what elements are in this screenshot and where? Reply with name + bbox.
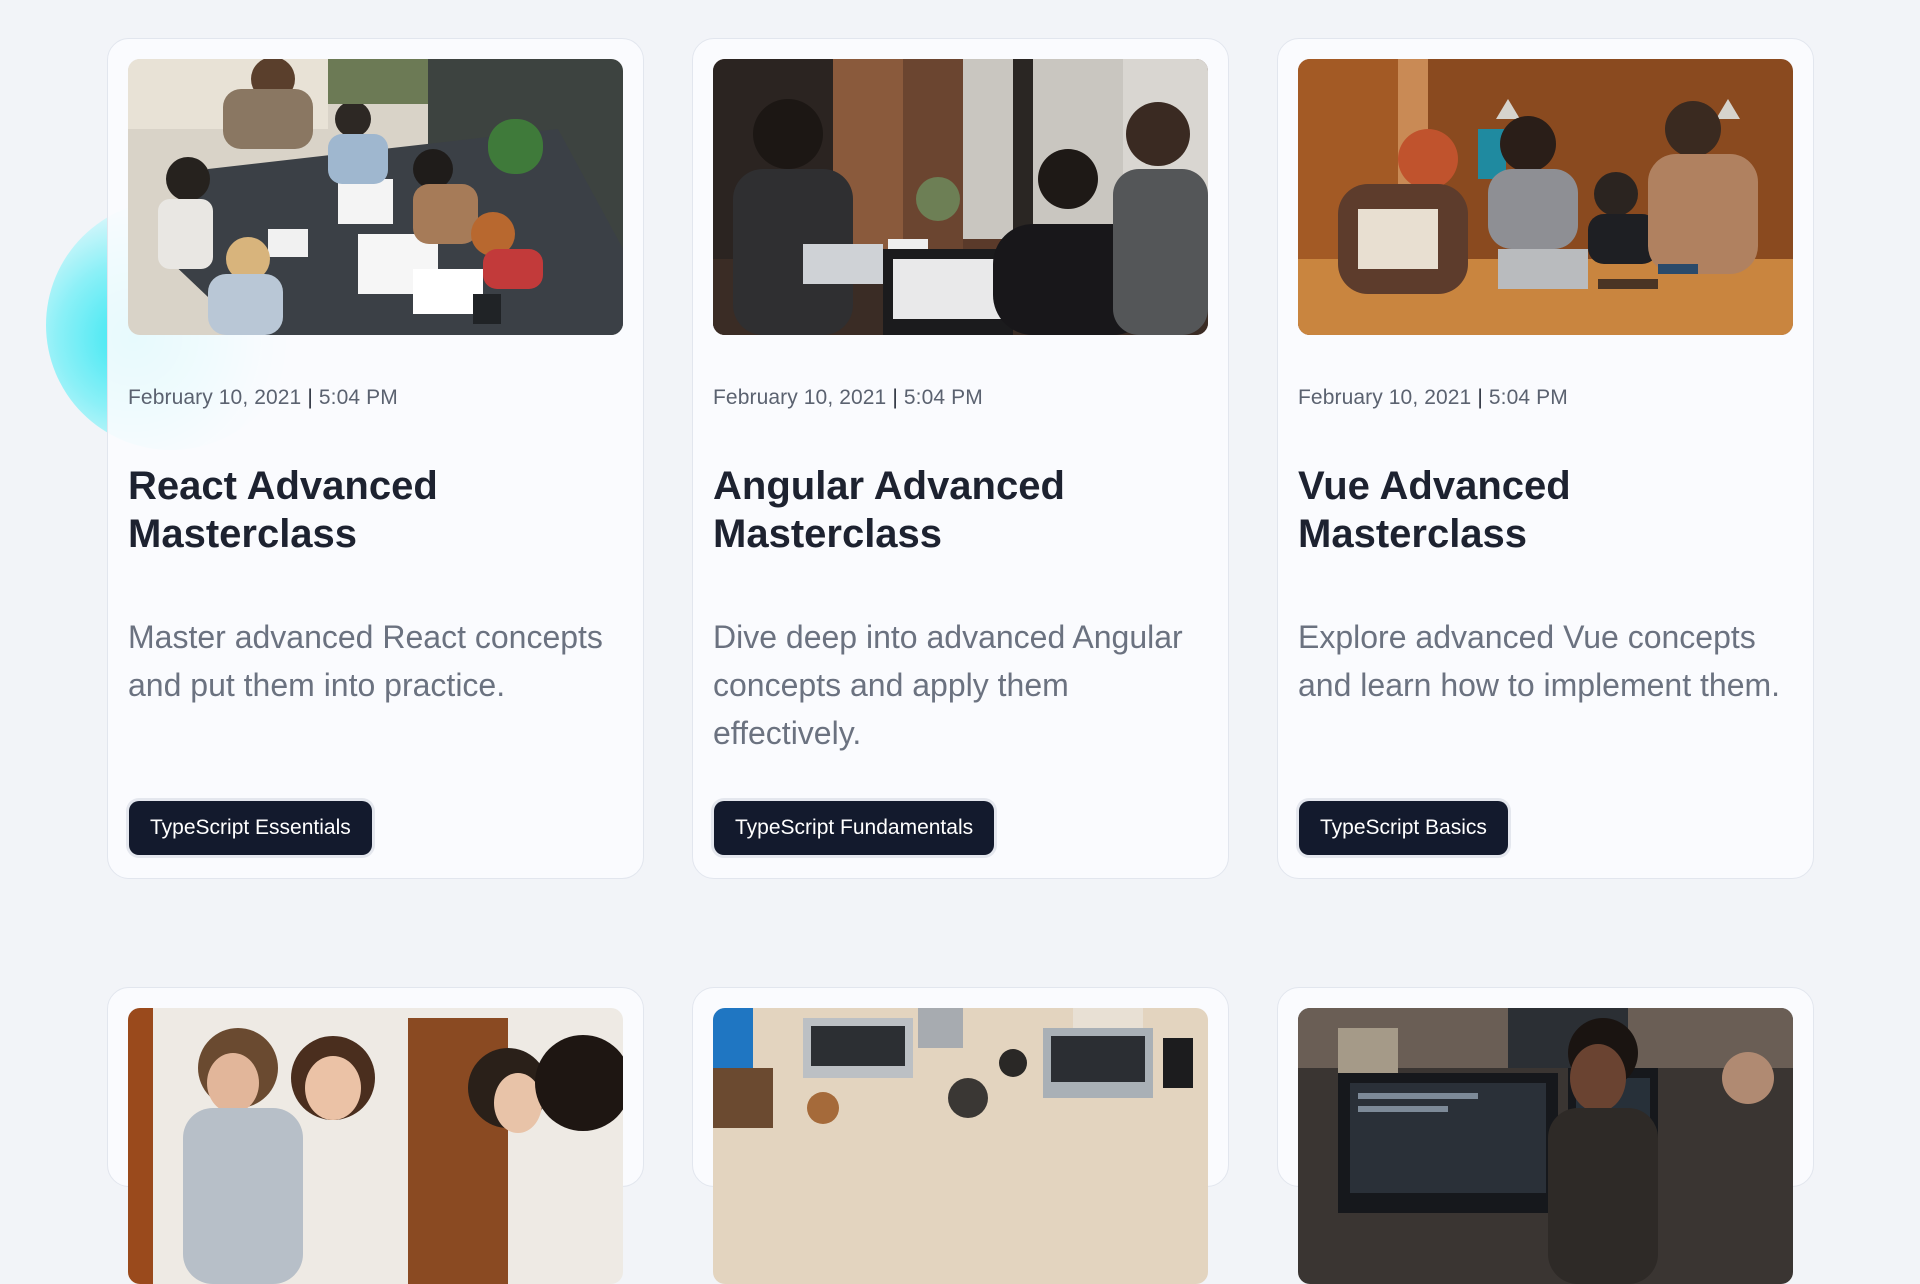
course-card-grid: February 10, 2021 | 5:04 PM React Advanced… xyxy=(107,38,1814,1284)
course-card[interactable] xyxy=(692,987,1229,1284)
course-title-line: Masterclass xyxy=(1298,512,1528,556)
course-title-line: Masterclass xyxy=(713,512,943,556)
post-datetime: February 10, 2021 | 5:04 PM xyxy=(1298,386,1793,410)
datetime-separator: | xyxy=(892,386,898,409)
course-thumbnail-image xyxy=(128,59,623,335)
course-tag[interactable]: TypeScript Fundamentals xyxy=(714,801,995,855)
course-title[interactable]: React Advanced Masterclass xyxy=(128,462,623,558)
course-thumbnail-image xyxy=(713,1008,1208,1284)
post-time: 5:04 PM xyxy=(318,386,398,409)
course-title-line: Masterclass xyxy=(128,512,358,556)
course-thumbnail-image xyxy=(1298,1008,1793,1284)
course-card[interactable]: February 10, 2021 | 5:04 PM Angular Advanc… xyxy=(692,38,1229,879)
post-time: 5:04 PM xyxy=(1488,386,1568,409)
post-datetime: February 10, 2021 | 5:04 PM xyxy=(713,386,1208,410)
course-card[interactable] xyxy=(107,987,644,1284)
course-card[interactable]: February 10, 2021 | 5:04 PM React Advanced… xyxy=(107,38,644,879)
post-date: February 10, 2021 xyxy=(1298,386,1472,409)
course-title[interactable]: Vue Advanced Masterclass xyxy=(1298,462,1793,558)
post-time: 5:04 PM xyxy=(903,386,983,409)
course-card[interactable] xyxy=(1277,987,1814,1284)
post-datetime: February 10, 2021 | 5:04 PM xyxy=(128,386,623,410)
course-tag[interactable]: TypeScript Basics xyxy=(1299,801,1508,855)
course-title-line: Vue Advanced xyxy=(1298,464,1571,508)
course-description: Dive deep into advanced Angular concepts… xyxy=(713,619,1183,751)
course-title-line: React Advanced xyxy=(128,464,438,508)
course-description: Master advanced React concepts and put t… xyxy=(128,619,603,703)
datetime-separator: | xyxy=(1477,386,1483,409)
course-title-line: Angular Advanced xyxy=(713,464,1065,508)
post-date: February 10, 2021 xyxy=(713,386,887,409)
course-thumbnail-image xyxy=(128,1008,623,1284)
datetime-separator: | xyxy=(307,386,313,409)
course-thumbnail-image xyxy=(1298,59,1793,335)
course-title[interactable]: Angular Advanced Masterclass xyxy=(713,462,1208,558)
course-card[interactable]: February 10, 2021 | 5:04 PM Vue Advanced M… xyxy=(1277,38,1814,879)
course-description: Explore advanced Vue concepts and learn … xyxy=(1298,619,1781,703)
post-date: February 10, 2021 xyxy=(128,386,302,409)
course-tag[interactable]: TypeScript Essentials xyxy=(129,801,372,855)
course-thumbnail-image xyxy=(713,59,1208,335)
